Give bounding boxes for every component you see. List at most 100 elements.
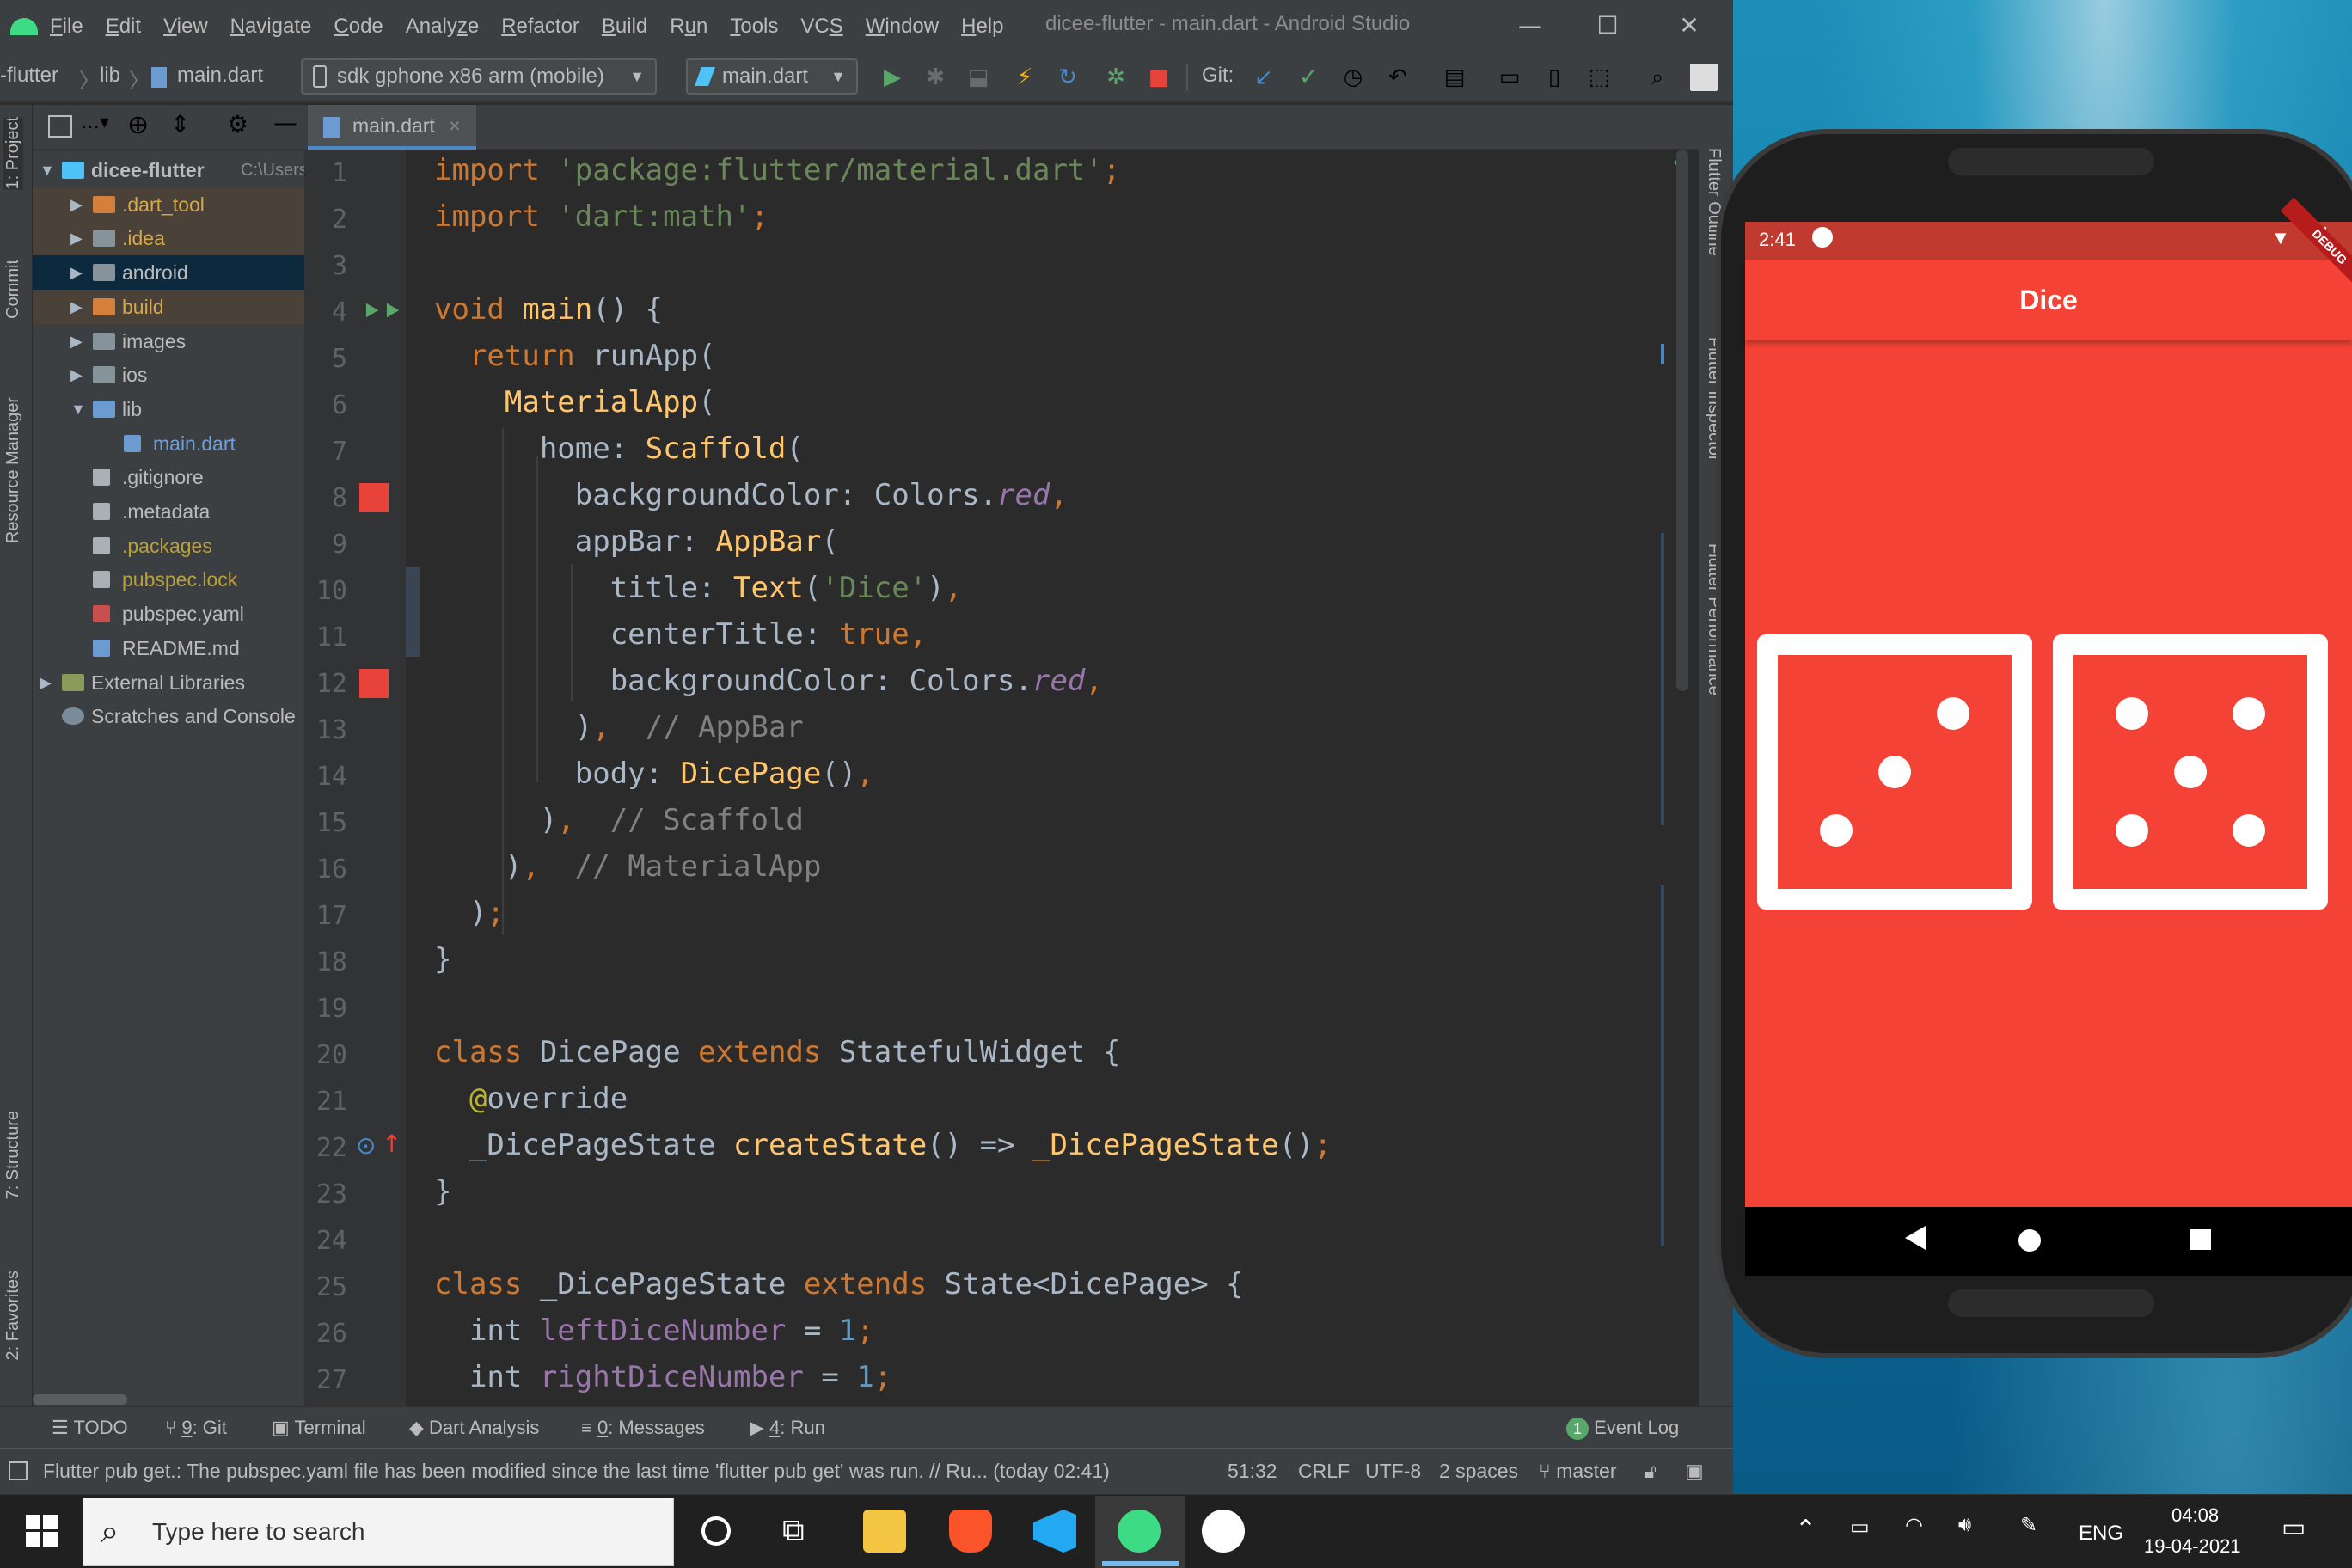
code-line[interactable]: return runApp(: [434, 339, 716, 373]
code-line[interactable]: MaterialApp(: [434, 385, 716, 420]
hot-restart-icon[interactable]: ↻: [1050, 60, 1085, 95]
recents-icon[interactable]: [2190, 1229, 2211, 1250]
device-selector[interactable]: sdk gphone x86 arm (mobile) ▼: [301, 58, 657, 95]
maximize-button[interactable]: ☐: [1573, 7, 1642, 45]
tool-window-tab[interactable]: ⑂ 9: Git: [165, 1417, 227, 1439]
collapsed-arrow-icon[interactable]: ▶: [70, 255, 83, 290]
status-message[interactable]: Flutter pub get.: The pubspec.yaml file …: [43, 1460, 1195, 1483]
code-line[interactable]: appBar: AppBar(: [434, 524, 839, 559]
event-log-button[interactable]: 1 Event Log: [1566, 1417, 1679, 1440]
code-line[interactable]: int leftDiceNumber = 1;: [434, 1314, 874, 1348]
code-line[interactable]: class DicePage extends StatefulWidget {: [434, 1035, 1120, 1069]
line-separator[interactable]: CRLF: [1298, 1460, 1350, 1483]
project-tool-button[interactable]: 1: Project: [3, 117, 23, 190]
tree-item[interactable]: ▶ images: [33, 324, 304, 358]
favorites-tool-button[interactable]: 2: Favorites: [3, 1271, 23, 1360]
override-gutter-icon[interactable]: ⊙: [356, 1131, 376, 1160]
debug-attach-icon[interactable]: ✲: [1099, 60, 1133, 95]
code-line[interactable]: ), // Scaffold: [434, 803, 804, 837]
tree-item[interactable]: .packages: [33, 529, 304, 563]
menu-window[interactable]: Window: [866, 15, 939, 39]
caret-position[interactable]: 51:32: [1228, 1460, 1277, 1483]
show-hidden-icons-chevron-icon[interactable]: ⌃: [1795, 1515, 1816, 1545]
tree-item[interactable]: pubspec.yaml: [33, 597, 304, 631]
tab-main-dart[interactable]: main.dart ×: [308, 105, 476, 150]
tree-item[interactable]: pubspec.lock: [33, 562, 304, 597]
stop-icon[interactable]: ■: [1142, 60, 1176, 95]
collapsed-arrow-icon[interactable]: ▶: [40, 665, 52, 700]
code-line[interactable]: void main() {: [434, 292, 663, 327]
close-tab-icon[interactable]: ×: [449, 114, 460, 137]
tree-item[interactable]: main.dart: [33, 426, 304, 461]
file-explorer-icon[interactable]: [863, 1510, 906, 1553]
tool-window-tab[interactable]: ☰ TODO: [52, 1417, 128, 1439]
commit-tool-button[interactable]: Commit: [3, 260, 23, 319]
menu-build[interactable]: Build: [602, 15, 647, 39]
indent-setting[interactable]: 2 spaces: [1439, 1460, 1518, 1483]
toggle-tool-windows-icon[interactable]: [9, 1461, 28, 1480]
avd-manager-icon[interactable]: ▯: [1537, 60, 1571, 95]
collapsed-arrow-icon[interactable]: ▶: [70, 187, 83, 222]
code-line[interactable]: );: [434, 896, 505, 930]
menu-file[interactable]: File: [50, 15, 83, 39]
language-indicator[interactable]: ENG: [2079, 1522, 2123, 1546]
taskbar-search-input[interactable]: ⌕ Type here to search: [83, 1498, 674, 1566]
sdk-manager-icon[interactable]: ⬚: [1582, 60, 1616, 95]
code-line[interactable]: _DicePageState createState() => _DicePag…: [434, 1128, 1332, 1162]
run-icon[interactable]: ▶: [875, 60, 910, 95]
code-line[interactable]: int rightDiceNumber = 1;: [434, 1360, 891, 1394]
code-line[interactable]: class _DicePageState extends State<DiceP…: [434, 1267, 1244, 1302]
code-line[interactable]: }: [434, 1174, 451, 1209]
breadcrumb-folder[interactable]: lib: [100, 64, 120, 88]
menu-refactor[interactable]: Refactor: [501, 15, 579, 39]
back-icon[interactable]: [1905, 1226, 1926, 1250]
tool-window-tab[interactable]: ▣ Terminal: [272, 1417, 366, 1439]
code-line[interactable]: title: Text('Dice'),: [434, 571, 962, 605]
tree-item[interactable]: ▶ build: [33, 289, 304, 324]
task-view-icon[interactable]: ⧉: [782, 1513, 805, 1549]
hide-panel-icon[interactable]: —: [273, 108, 297, 137]
notifications-icon[interactable]: ▭: [2282, 1513, 2306, 1543]
network-icon[interactable]: ◠: [1905, 1513, 1923, 1538]
menu-run[interactable]: Run: [670, 15, 707, 39]
device-manager-icon[interactable]: ▭: [1492, 60, 1527, 95]
clock-date[interactable]: 19-04-2021: [2144, 1535, 2241, 1558]
menu-code[interactable]: Code: [334, 15, 383, 39]
menu-analyze[interactable]: Analyze: [406, 15, 479, 39]
structure-tool-button[interactable]: 7: Structure: [3, 1111, 23, 1199]
tree-item[interactable]: Scratches and Console: [33, 699, 304, 733]
git-update-icon[interactable]: ↙: [1246, 60, 1281, 95]
hot-reload-icon[interactable]: ⚡: [1008, 60, 1042, 95]
code-line[interactable]: }: [434, 942, 451, 977]
battery-icon[interactable]: ▭: [1850, 1515, 1870, 1540]
volume-icon[interactable]: 🔊︎: [1958, 1513, 1971, 1537]
expanded-arrow-icon[interactable]: ▼: [70, 392, 86, 426]
pen-icon[interactable]: ✎: [2020, 1513, 2037, 1538]
code-line[interactable]: home: Scaffold(: [434, 432, 804, 466]
search-icon[interactable]: ⌕: [1640, 60, 1675, 95]
tree-item[interactable]: .metadata: [33, 494, 304, 529]
git-commit-icon[interactable]: ✓: [1291, 60, 1326, 95]
code-line[interactable]: ), // AppBar: [434, 710, 804, 744]
right-dice-button[interactable]: [2053, 634, 2328, 910]
left-dice-button[interactable]: [1757, 634, 2032, 910]
horizontal-scrollbar[interactable]: [33, 1394, 127, 1405]
tree-item[interactable]: ▼ lib: [33, 392, 304, 426]
menu-help[interactable]: Help: [961, 15, 1003, 39]
code-line[interactable]: @override: [434, 1081, 628, 1116]
home-icon[interactable]: [2018, 1229, 2041, 1252]
color-swatch-red-icon[interactable]: [359, 483, 389, 512]
tool-window-tab[interactable]: ◆ Dart Analysis: [409, 1417, 539, 1439]
collapsed-arrow-icon[interactable]: ▶: [70, 221, 83, 255]
menu-edit[interactable]: Edit: [106, 15, 141, 39]
tool-window-tab[interactable]: ▶ 4: Run: [750, 1417, 825, 1439]
tree-item[interactable]: README.md: [33, 631, 304, 665]
tree-item[interactable]: ▶ .dart_tool: [33, 187, 304, 222]
color-swatch-red-icon[interactable]: [359, 669, 389, 698]
tree-item[interactable]: .gitignore: [33, 460, 304, 494]
menu-vcs[interactable]: VCS: [800, 15, 842, 39]
tool-window-tab[interactable]: ≡ 0: Messages: [581, 1417, 705, 1439]
clock-time[interactable]: 04:08: [2171, 1504, 2219, 1527]
tree-item[interactable]: ▶ External Libraries: [33, 665, 304, 700]
close-window-button[interactable]: ✕: [1655, 7, 1724, 45]
